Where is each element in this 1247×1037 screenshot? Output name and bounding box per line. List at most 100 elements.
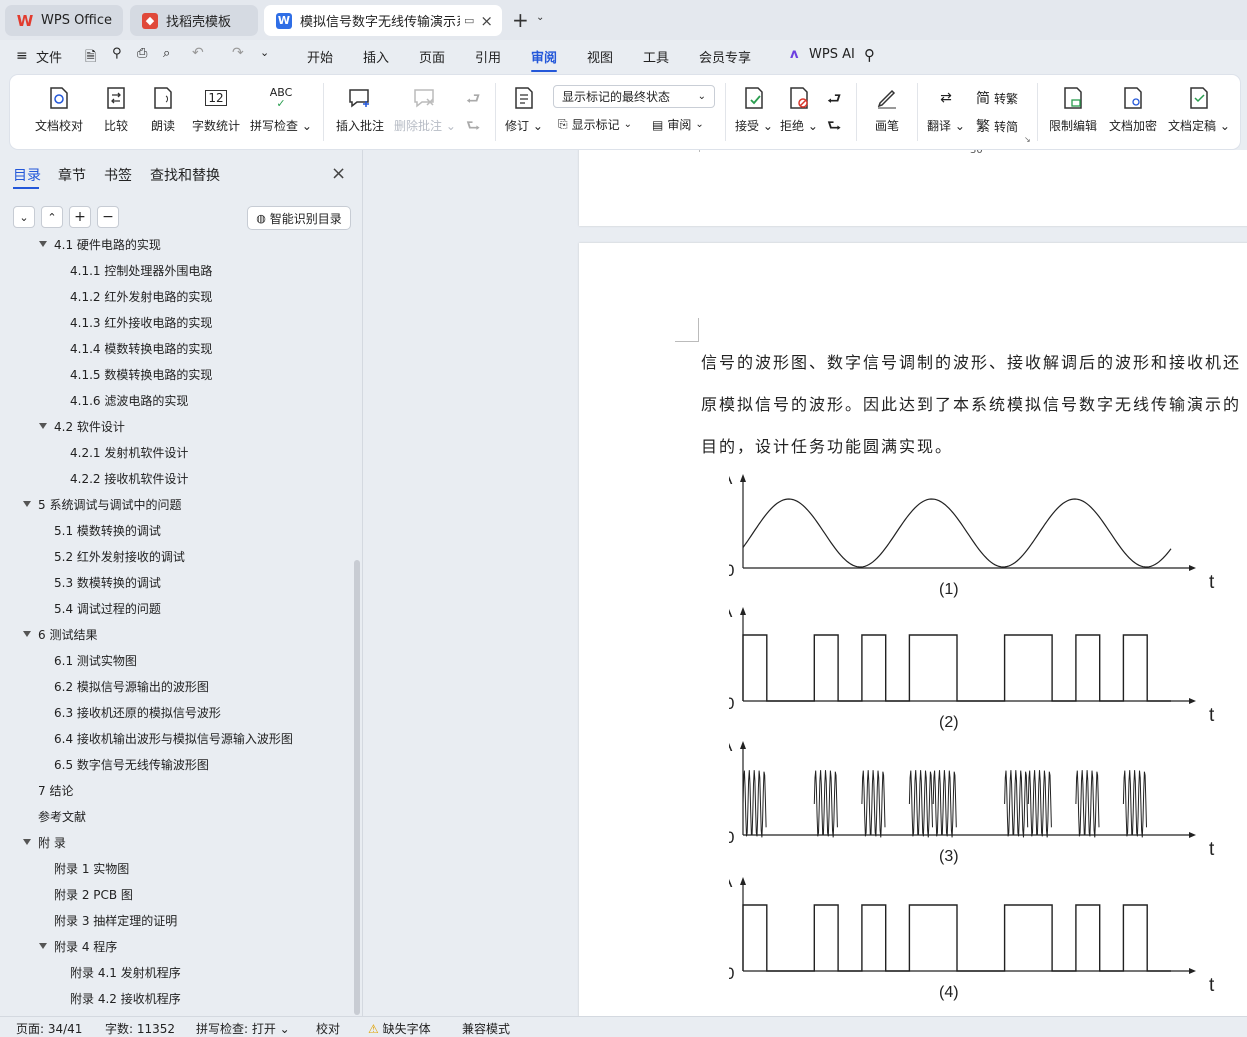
translate-button[interactable]: ⇄ 翻译 ⌄ (926, 75, 966, 149)
insert-comment-button[interactable]: 插入批注 (334, 75, 386, 149)
toc-item[interactable]: 6.2 模拟信号源输出的波形图 (54, 678, 209, 695)
expand-caret-icon[interactable] (39, 241, 47, 247)
tab-sections[interactable]: 章节 (58, 165, 86, 185)
tab-toc[interactable]: 目录 (13, 165, 41, 185)
undo-icon[interactable]: ↶ (192, 45, 204, 61)
missing-font-status[interactable]: ⚠ 缺失字体 (368, 1020, 431, 1037)
proofread-button[interactable]: 文档校对 (28, 75, 90, 149)
toc-item[interactable]: 附录 3 抽样定理的证明 (54, 912, 177, 929)
tab-document[interactable]: W 模拟信号数字无线传输演示系 ▭ × (264, 5, 502, 36)
encrypt-button[interactable]: 文档加密 (1106, 75, 1160, 149)
menu-wps-ai[interactable]: WPS AI (809, 47, 855, 62)
expand-caret-icon[interactable] (39, 943, 47, 949)
show-markup-button[interactable]: ⎘ 显示标记 ⌄ (558, 116, 632, 133)
to-traditional-button[interactable]: 简转繁 (976, 88, 1018, 108)
accept-button[interactable]: 接受 ⌄ (734, 75, 774, 149)
toc-item[interactable]: 7 结论 (38, 782, 73, 799)
toc-item[interactable]: 5.2 红外发射接收的调试 (54, 548, 185, 565)
previous-change-icon[interactable]: ⮐ (827, 88, 841, 115)
toc-item[interactable]: 4.1.6 滤波电路的实现 (70, 392, 188, 409)
tab-wps-office[interactable]: W WPS Office (5, 5, 123, 36)
next-comment-icon[interactable]: ⮑ (466, 115, 480, 142)
expand-caret-icon[interactable] (23, 501, 31, 507)
word-count-button[interactable]: 12 字数统计 (190, 75, 242, 149)
toc-item[interactable]: 附录 4.2 接收机程序 (70, 990, 181, 1007)
monitor-icon[interactable]: ▭ (464, 14, 474, 27)
menu-page[interactable]: 页面 (419, 47, 445, 66)
toc-item[interactable]: 附录 4.1 发射机程序 (70, 964, 181, 981)
compare-button[interactable]: 比较 (96, 75, 136, 149)
spell-check-status[interactable]: 拼写检查: 打开 ⌄ (196, 1020, 290, 1037)
toc-item[interactable]: 6.4 接收机输出波形与模拟信号源输入波形图 (54, 730, 293, 747)
print-preview-icon[interactable]: ⌕ (163, 46, 170, 61)
menu-file[interactable]: 文件 (36, 47, 62, 66)
menu-home[interactable]: 开始 (307, 47, 333, 66)
toc-item[interactable]: 5 系统调试与调试中的问题 (38, 496, 181, 513)
pen-button[interactable]: 画笔 (870, 75, 904, 149)
add-heading-button[interactable]: + (69, 206, 91, 228)
menu-references[interactable]: 引用 (475, 47, 501, 66)
tab-find-replace[interactable]: 查找和替换 (150, 165, 220, 185)
toc-item[interactable]: 4.1.5 数模转换电路的实现 (70, 366, 212, 383)
to-simplified-button[interactable]: 繁转简 (976, 116, 1018, 136)
expand-all-button[interactable]: ⌄ (13, 206, 35, 228)
search-icon[interactable]: ⚲ (864, 46, 875, 64)
expand-caret-icon[interactable] (39, 423, 47, 429)
toc-item[interactable]: 5.4 调试过程的问题 (54, 600, 161, 617)
restrict-edit-button[interactable]: 限制编辑 (1046, 75, 1100, 149)
collapse-all-button[interactable]: ⌃ (41, 206, 63, 228)
toc-item[interactable]: 6.1 测试实物图 (54, 652, 137, 669)
print-icon[interactable]: ⎙ (137, 46, 147, 61)
word-count-status[interactable]: 字数: 11352 (105, 1020, 175, 1037)
previous-comment-icon[interactable]: ⮐ (466, 88, 480, 115)
new-tab-icon[interactable]: + (512, 8, 529, 32)
toc-item[interactable]: 参考文献 (38, 808, 86, 825)
reject-button[interactable]: 拒绝 ⌄ (779, 75, 819, 149)
remove-heading-button[interactable]: − (97, 206, 119, 228)
tab-bookmarks[interactable]: 书签 (104, 165, 132, 185)
quick-access-chevron-icon[interactable]: ⌄ (260, 46, 269, 59)
finalize-button[interactable]: 文档定稿 ⌄ (1168, 75, 1230, 149)
smart-toc-button[interactable]: ◍ 智能识别目录 (247, 206, 351, 230)
menu-insert[interactable]: 插入 (363, 47, 389, 66)
toc-item[interactable]: 附录 2 PCB 图 (54, 886, 133, 903)
tab-docer[interactable]: ◆ 找稻壳模板 (130, 5, 258, 36)
toc-item[interactable]: 4.2.2 接收机软件设计 (70, 470, 188, 487)
menu-membership[interactable]: 会员专享 (699, 47, 751, 66)
menu-review[interactable]: 审阅 (531, 47, 558, 72)
toc-item[interactable]: 附录 1 实物图 (54, 860, 129, 877)
menu-view[interactable]: 视图 (587, 47, 613, 66)
toc-item[interactable]: 4.1.1 控制处理器外围电路 (70, 262, 212, 279)
hamburger-icon[interactable]: ≡ (16, 48, 28, 64)
markup-state-select[interactable]: 显示标记的最终状态 ⌄ (553, 85, 715, 108)
toc-item[interactable]: 附 录 (38, 834, 66, 851)
toc-item[interactable]: 6.3 接收机还原的模拟信号波形 (54, 704, 221, 721)
toc-item[interactable]: 附录 4 程序 (54, 938, 117, 955)
wps-ai-icon[interactable]: ʌ (790, 47, 798, 62)
proof-status[interactable]: 校对 (316, 1020, 340, 1037)
chevron-down-icon[interactable]: ⌄ (536, 12, 544, 23)
toc-item[interactable]: 6 测试结果 (38, 626, 97, 643)
toc-item[interactable]: 4.1.4 模数转换电路的实现 (70, 340, 212, 357)
share-icon[interactable]: ⚲ (112, 46, 122, 61)
read-aloud-button[interactable]: 朗读 (146, 75, 180, 149)
toc-item[interactable]: 4.1 硬件电路的实现 (54, 238, 161, 253)
next-change-icon[interactable]: ⮑ (827, 115, 841, 142)
toc-item[interactable]: 5.3 数模转换的调试 (54, 574, 161, 591)
spell-check-button[interactable]: ABC ✓ 拼写检查 ⌄ (250, 75, 312, 149)
save-icon[interactable]: 🗎 (85, 46, 96, 70)
page-indicator[interactable]: 页面: 34/41 (16, 1020, 82, 1037)
close-tab-icon[interactable]: × (480, 12, 493, 30)
toc-item[interactable]: 4.2 软件设计 (54, 418, 125, 435)
scrollbar[interactable] (354, 560, 360, 1015)
toc-item[interactable]: 4.1.2 红外发射电路的实现 (70, 288, 212, 305)
menu-tools[interactable]: 工具 (643, 47, 669, 66)
expand-group-icon[interactable]: ↘ (1024, 135, 1031, 144)
close-icon[interactable]: × (331, 163, 346, 184)
toc-item[interactable]: 5.1 模数转换的调试 (54, 522, 161, 539)
review-pane-button[interactable]: ▤ 审阅 ⌄ (652, 116, 704, 133)
redo-icon[interactable]: ↷ (232, 45, 244, 61)
expand-caret-icon[interactable] (23, 631, 31, 637)
toc-item[interactable]: 4.1.3 红外接收电路的实现 (70, 314, 212, 331)
delete-comment-button[interactable]: 删除批注 ⌄ (394, 75, 456, 149)
